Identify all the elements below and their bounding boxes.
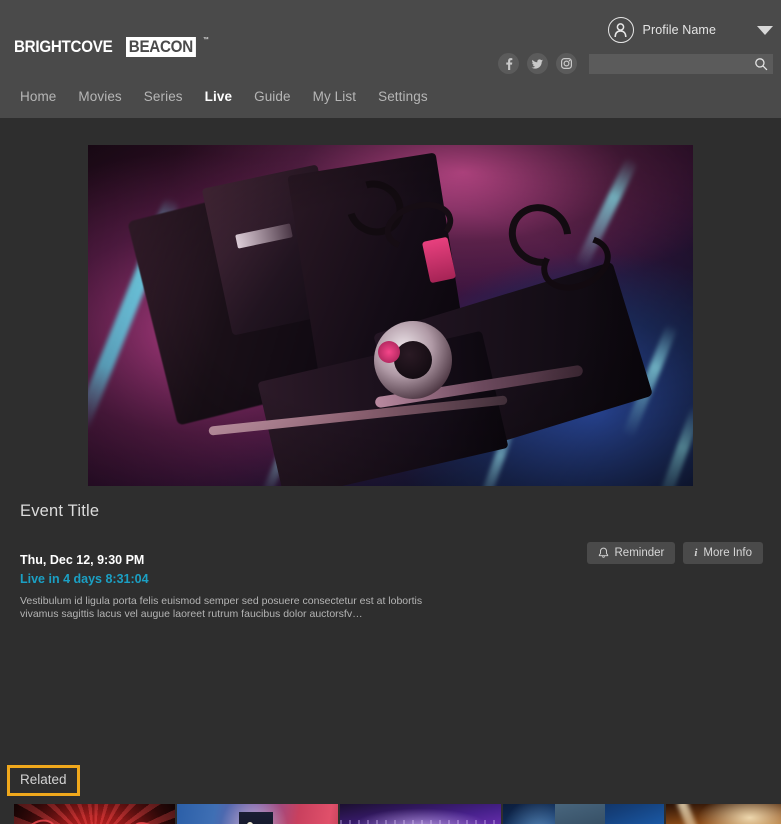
related-thumbnail-image — [14, 804, 175, 824]
event-actions: Reminder i More Info — [587, 542, 764, 564]
event-description: Vestibulum id ligula porta felis euismod… — [20, 595, 425, 621]
chevron-down-icon[interactable] — [757, 26, 773, 35]
nav-item-movies[interactable]: Movies — [78, 89, 121, 104]
event-live-status: Live in 4 days 8:31:04 — [20, 572, 149, 586]
twitter-icon[interactable] — [527, 53, 548, 74]
nav-item-my-list[interactable]: My List — [313, 89, 356, 104]
nav-item-settings[interactable]: Settings — [378, 89, 428, 104]
related-item[interactable]: Title — [666, 804, 781, 824]
related-item[interactable]: Title — [503, 804, 665, 824]
search-box[interactable] — [589, 54, 773, 74]
info-icon: i — [694, 547, 697, 559]
related-thumbnail-image — [340, 804, 501, 824]
related-item[interactable]: Title — [14, 804, 176, 824]
social-and-search-row — [498, 53, 773, 74]
site-header: BRIGHTCOVE BEACON ™ Profile Name — [0, 0, 781, 118]
user-avatar-icon — [608, 17, 634, 43]
nav-item-guide[interactable]: Guide — [254, 89, 291, 104]
more-info-button[interactable]: i More Info — [683, 542, 763, 564]
logo-product-text: BEACON — [126, 37, 196, 57]
bell-icon — [598, 547, 609, 559]
brightcove-beacon-logo[interactable]: BRIGHTCOVE BEACON ™ — [14, 37, 209, 57]
related-item[interactable]: Title — [177, 804, 339, 824]
more-info-button-label: More Info — [703, 547, 752, 559]
event-date: Thu, Dec 12, 9:30 PM — [20, 553, 144, 567]
related-item[interactable]: Title — [340, 804, 502, 824]
profile-name-label: Profile Name — [643, 23, 716, 37]
profile-menu[interactable]: Profile Name — [608, 17, 773, 43]
main-navigation: Home Movies Series Live Guide My List Se… — [20, 89, 428, 104]
logo-brand-text: BRIGHTCOVE — [14, 37, 112, 57]
reminder-button[interactable]: Reminder — [587, 542, 676, 564]
nav-item-live[interactable]: Live — [205, 89, 232, 104]
related-heading-highlight: Related — [7, 765, 80, 796]
instagram-icon[interactable] — [556, 53, 577, 74]
related-heading: Related — [20, 772, 67, 787]
main-content: Event Title Thu, Dec 12, 9:30 PM Live in… — [0, 118, 781, 806]
related-thumbnail-row: Title Title — [14, 804, 781, 824]
nav-item-series[interactable]: Series — [144, 89, 183, 104]
facebook-icon[interactable] — [498, 53, 519, 74]
live-event-hero-image[interactable] — [88, 145, 693, 486]
nav-item-home[interactable]: Home — [20, 89, 56, 104]
related-thumbnail-image — [666, 804, 781, 824]
related-thumbnail-image — [177, 804, 338, 824]
logo-trademark: ™ — [203, 37, 209, 43]
related-thumbnail-image — [503, 804, 664, 824]
event-title: Event Title — [20, 502, 99, 521]
reminder-button-label: Reminder — [615, 547, 665, 559]
search-input[interactable] — [589, 58, 773, 70]
search-icon[interactable] — [754, 57, 768, 71]
